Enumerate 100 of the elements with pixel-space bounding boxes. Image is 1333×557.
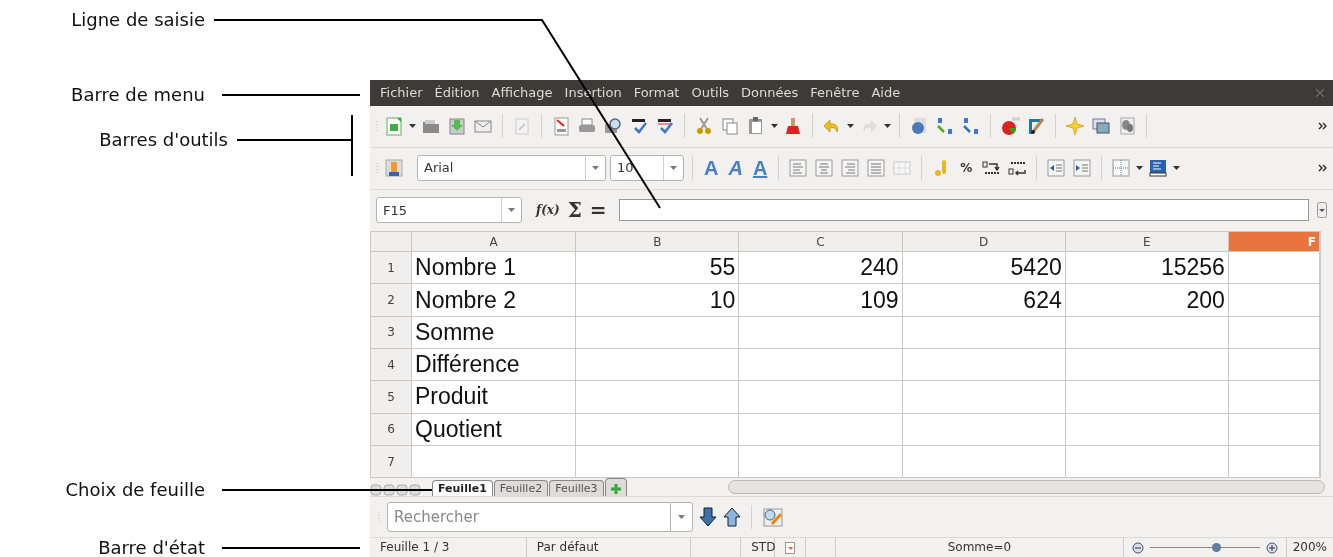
menu-item[interactable]: Fenêtre	[804, 80, 866, 106]
callout-label: Barres d'outils	[98, 129, 228, 151]
callout-label: Choix de feuille	[64, 479, 205, 501]
row-header[interactable]: 4	[370, 348, 412, 381]
dropdown-arrow-icon[interactable]	[508, 208, 515, 213]
sheet-tab[interactable]: Feuille2	[493, 480, 549, 497]
image-icon[interactable]	[1091, 116, 1111, 137]
equals-button[interactable]: =	[589, 195, 607, 226]
zoom-in-icon[interactable]	[1265, 541, 1278, 554]
formula-input-field[interactable]	[618, 199, 1309, 222]
sum-indicator: Somme=0	[836, 538, 1124, 557]
percent-button[interactable]: %	[956, 159, 977, 178]
column-header[interactable]: C	[738, 231, 903, 252]
row-header[interactable]: 3	[370, 316, 412, 349]
caret-icon[interactable]	[771, 124, 778, 129]
table-cell: 240	[738, 251, 903, 284]
sum-button[interactable]: Σ	[567, 195, 582, 226]
more-icon[interactable]	[1318, 164, 1327, 173]
caret-icon[interactable]	[884, 124, 891, 129]
font-size-field[interactable]: 10	[610, 155, 684, 182]
close-icon[interactable]	[1315, 88, 1325, 98]
star-icon[interactable]	[1065, 116, 1085, 137]
menu-item[interactable]: Aide	[865, 80, 907, 106]
row-header[interactable]: 6	[370, 413, 412, 446]
mode-indicator: STD	[741, 538, 776, 557]
find-previous-icon[interactable]	[723, 507, 741, 528]
callout-label: Barre de menu	[70, 84, 205, 106]
font-name-field[interactable]: Arial	[417, 155, 606, 182]
sheet-navigation-icon[interactable]	[370, 484, 422, 497]
table-cell: Somme	[411, 316, 576, 349]
table-cell: 200	[1065, 283, 1229, 317]
dropdown-arrow-icon[interactable]	[592, 166, 599, 171]
horizontal-scrollbar[interactable]	[727, 480, 1325, 495]
cell-reference-field[interactable]: F15	[376, 197, 522, 224]
table-cell: 624	[902, 283, 1066, 317]
table-cell: 55	[575, 251, 739, 284]
table-cell: 5420	[902, 251, 1066, 284]
table-cell: Nombre 1	[411, 251, 576, 284]
menu-item[interactable]: Outils	[685, 80, 736, 106]
zoom-out-icon[interactable]	[1131, 541, 1144, 554]
column-header[interactable]: D	[902, 231, 1066, 252]
row-header[interactable]: 2	[370, 283, 412, 317]
draw-icon[interactable]	[1026, 116, 1046, 137]
sort-ascending-icon[interactable]	[935, 116, 955, 137]
menu-item[interactable]: Édition	[428, 80, 486, 106]
callout-label: Barre d'état	[97, 537, 205, 557]
save-icon[interactable]	[447, 116, 467, 137]
indent-increase-icon[interactable]	[1072, 158, 1093, 179]
copy-icon[interactable]	[720, 116, 740, 137]
find-replace-icon[interactable]	[762, 506, 784, 529]
dropdown-arrow-icon[interactable]	[670, 166, 677, 171]
table-cell: Nombre 2	[411, 283, 576, 317]
indent-decrease-icon[interactable]	[1046, 158, 1067, 179]
row-header[interactable]: 5	[370, 380, 412, 414]
more-icon[interactable]	[1318, 122, 1327, 131]
caret-icon[interactable]	[847, 124, 854, 129]
background-color-icon[interactable]	[1148, 158, 1169, 179]
row-header[interactable]: 1	[370, 251, 412, 284]
italic-button[interactable]: A	[725, 156, 746, 181]
zoom-slider-thumb[interactable]	[1211, 543, 1221, 552]
expand-icon[interactable]	[1317, 202, 1327, 219]
globe-icon[interactable]	[909, 116, 929, 137]
sheet-tab[interactable]: Feuille1	[432, 480, 493, 497]
menu-item[interactable]: Insertion	[558, 80, 628, 106]
menu-item[interactable]: Affichage	[485, 80, 559, 106]
bold-button[interactable]: A	[701, 156, 722, 181]
table-cell: 109	[738, 283, 903, 317]
document-modified-icon	[785, 541, 796, 554]
find-next-icon[interactable]	[699, 507, 717, 528]
dropdown-arrow-icon[interactable]	[678, 515, 685, 520]
sort-descending-icon[interactable]	[961, 116, 981, 137]
zoom-reading: 200%	[1285, 538, 1333, 557]
database-icon[interactable]	[1117, 116, 1137, 137]
menu-item[interactable]: Données	[735, 80, 805, 106]
column-header[interactable]: B	[575, 231, 739, 252]
menu-item[interactable]: Format	[627, 80, 686, 106]
spreadsheet-icon[interactable]	[384, 116, 404, 137]
sheet-tab[interactable]: Feuille3	[549, 480, 604, 497]
caret-icon[interactable]	[1136, 166, 1144, 171]
function-wizard-button[interactable]: f(x)	[536, 201, 560, 220]
styles-icon[interactable]	[384, 158, 404, 179]
underline-button[interactable]: A	[749, 156, 771, 181]
table-cell: 10	[575, 283, 739, 317]
caret-icon[interactable]	[409, 124, 416, 129]
paintbrush-icon[interactable]	[783, 116, 803, 137]
row-header[interactable]: 7	[370, 445, 412, 478]
column-header[interactable]: A	[411, 231, 576, 252]
add-sheet-tab[interactable]	[604, 478, 627, 497]
caret-icon[interactable]	[1173, 166, 1181, 171]
scissors-icon[interactable]	[694, 116, 714, 137]
table-cell: Différence	[411, 348, 576, 381]
bracket-line	[351, 114, 353, 177]
menu-item[interactable]: Fichier	[374, 80, 429, 106]
plus-icon[interactable]	[610, 484, 621, 495]
pie-chart-icon[interactable]	[1000, 116, 1020, 137]
page-style: Par défaut	[526, 538, 692, 557]
table-cell: 15256	[1065, 251, 1229, 284]
callout-label: Ligne de saisie	[70, 9, 205, 31]
pdf-icon[interactable]	[551, 116, 571, 137]
column-header[interactable]: E	[1065, 231, 1229, 252]
